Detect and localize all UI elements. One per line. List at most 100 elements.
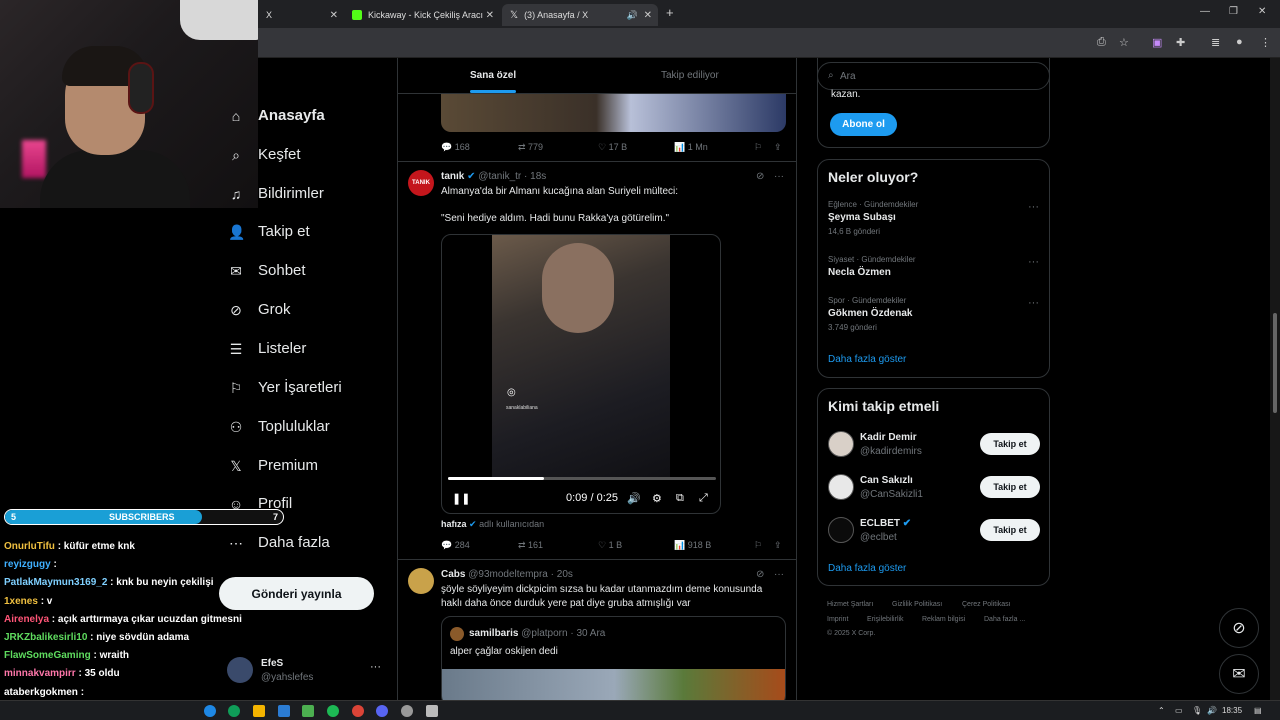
follow-button[interactable]: Takip et [980,476,1040,498]
browser-tab-x[interactable]: X ✕ [258,4,344,26]
clock[interactable]: 18:35 [1222,706,1242,715]
footer-link[interactable]: Hizmet Şartları [827,601,873,608]
volume-icon[interactable]: 🔊 [627,492,641,505]
file-explorer-icon[interactable] [253,705,265,717]
bookmark-star-icon[interactable]: ☆ [1119,36,1129,49]
footer-link[interactable]: © 2025 X Corp. [827,630,875,637]
more-icon[interactable]: ··· [370,661,381,673]
nav-item-envelope[interactable]: ✉ Sohbet [228,262,305,279]
bookmark-icon[interactable]: ⚐ [754,540,762,551]
show-more-trends-link[interactable]: Daha fazla göster [828,354,906,365]
video-progress-bar[interactable] [448,477,716,480]
extension-twitch-icon[interactable]: ▣ [1152,36,1162,49]
close-tab-icon[interactable]: ✕ [644,10,652,21]
tab-for-you[interactable]: Sana özel [470,70,516,81]
show-more-follow-link[interactable]: Daha fazla göster [828,563,906,574]
nav-item-communities[interactable]: ⚇ Topluluklar [228,418,330,435]
tweet-author-name[interactable]: Cabs [441,569,465,580]
nav-item-bookmark[interactable]: ⚐ Yer İşaretleri [228,379,342,396]
more-icon[interactable]: ··· [774,569,784,580]
trend-more-icon[interactable]: ··· [1028,256,1039,268]
tweet-author-handle[interactable]: @93modeltempra [468,569,548,580]
steam-icon[interactable] [401,705,413,717]
messages-fab-icon[interactable]: ✉ [1219,654,1259,694]
nav-item-add-user[interactable]: 👤 Takip et [228,223,310,240]
speaker-icon[interactable]: 🔊 [627,10,638,21]
follow-button[interactable]: Takip et [980,433,1040,455]
new-tab-button[interactable]: + [666,5,674,20]
calculator-icon[interactable] [426,705,438,717]
chrome-icon[interactable] [352,705,364,717]
browser-tab-x-home[interactable]: 𝕏 (3) Anasayfa / X 🔊 ✕ [502,4,658,26]
repost-action[interactable]: ⇄ 779 [518,142,543,153]
browser-tab-kickaway[interactable]: Kickaway - Kick Çekiliş Aracı ✕ [344,4,500,26]
nav-item-more-circle[interactable]: ⋯ Daha fazla [228,534,330,551]
mic-icon[interactable]: 🎙 [1192,706,1202,715]
settings-icon[interactable]: ⚙ [652,492,662,505]
reply-action[interactable]: 💬 168 [441,142,470,153]
discord-icon[interactable] [376,705,388,717]
share-icon[interactable]: ⇪ [774,142,782,153]
fullscreen-icon[interactable]: ⤢ [699,492,708,505]
share-icon[interactable]: ⇪ [774,540,782,551]
nav-item-list[interactable]: ☰ Listeler [228,340,307,357]
spotify-icon[interactable] [327,705,339,717]
views-action[interactable]: 📊 1 Mn [674,142,708,153]
grok-fab-icon[interactable]: ⊘ [1219,608,1259,648]
views-action[interactable]: 📊 918 B [674,540,711,551]
follow-suggestion[interactable]: Kadir Demir @kadirdemirs Takip et [818,431,1051,461]
close-tab-icon[interactable]: ✕ [330,10,338,21]
reading-list-icon[interactable]: ≣ [1211,36,1220,49]
nav-item-x-logo[interactable]: 𝕏 Premium [228,457,318,474]
previous-tweet-media[interactable] [441,94,786,132]
quoted-tweet[interactable]: samilbaris @platporn · 30 Ara alper çağl… [441,616,786,700]
install-icon[interactable]: ⎙ [1097,36,1106,49]
post-button[interactable]: Gönderi yayınla [219,577,374,610]
video-player[interactable]: ◎ sanaklabiliana ❚❚ 0:09 / 0:25 🔊 ⚙ ⧉ ⤢ [441,234,721,514]
nav-item-grok[interactable]: ⊘ Grok [228,301,290,318]
subscribe-button[interactable]: Abone ol [830,113,897,136]
browser-menu-icon[interactable]: ⋮ [1260,36,1271,49]
outlook-icon[interactable] [278,705,290,717]
repost-action[interactable]: ⇄ 161 [518,540,543,551]
grok-icon[interactable]: ⊘ [756,171,764,182]
app-icon[interactable] [228,705,240,717]
close-window-button[interactable]: ✕ [1258,6,1266,17]
extensions-puzzle-icon[interactable]: ✚ [1176,36,1185,49]
restore-button[interactable]: ❐ [1229,6,1238,17]
footer-link[interactable]: Imprint [827,616,848,623]
tweet-time[interactable]: · 18s [524,171,546,182]
like-action[interactable]: ♡ 17 B [598,142,627,153]
close-tab-icon[interactable]: ✕ [486,10,494,21]
edge-icon[interactable] [204,705,216,717]
volume-tray-icon[interactable]: 🔊 [1207,706,1217,715]
nav-item-search[interactable]: ⌕ Keşfet [228,146,300,163]
pause-icon[interactable]: ❚❚ [452,492,470,505]
reply-action[interactable]: 💬 284 [441,540,470,551]
grok-icon[interactable]: ⊘ [756,569,764,580]
footer-link[interactable]: Daha fazla ... [984,616,1025,623]
follow-button[interactable]: Takip et [980,519,1040,541]
page-scrollbar[interactable] [1270,58,1280,700]
footer-link[interactable]: Çerez Politikası [962,601,1011,608]
tweet-time[interactable]: · 20s [551,569,573,580]
follow-suggestion[interactable]: ECLBET ✔ @eclbet Takip et [818,517,1051,547]
nav-item-bell[interactable]: ♫ Bildirimler [228,185,324,202]
tweet-avatar[interactable]: TANIK [408,170,434,196]
pip-icon[interactable]: ⧉ [676,492,684,505]
footer-link[interactable]: Gizlilik Politikası [892,601,942,608]
tweet-author-name[interactable]: tanık [441,171,464,182]
tray-chevron-icon[interactable]: ⌃ [1158,706,1165,715]
tweet-author-handle[interactable]: @tanik_tr [478,171,521,182]
tab-following[interactable]: Takip ediliyor [661,70,719,81]
more-icon[interactable]: ··· [774,171,784,182]
tweet-avatar[interactable] [408,568,434,594]
like-action[interactable]: ♡ 1 B [598,540,622,551]
nav-item-home[interactable]: ⌂ Anasayfa [228,107,325,124]
notifications-icon[interactable]: ▤ [1254,706,1262,715]
terminal-icon[interactable] [302,705,314,717]
footer-link[interactable]: Erişilebilirlik [867,616,904,623]
bookmark-icon[interactable]: ⚐ [754,142,762,153]
follow-suggestion[interactable]: Can Sakızlı @CanSakizli1 Takip et [818,474,1051,504]
trend-more-icon[interactable]: ··· [1028,201,1039,213]
